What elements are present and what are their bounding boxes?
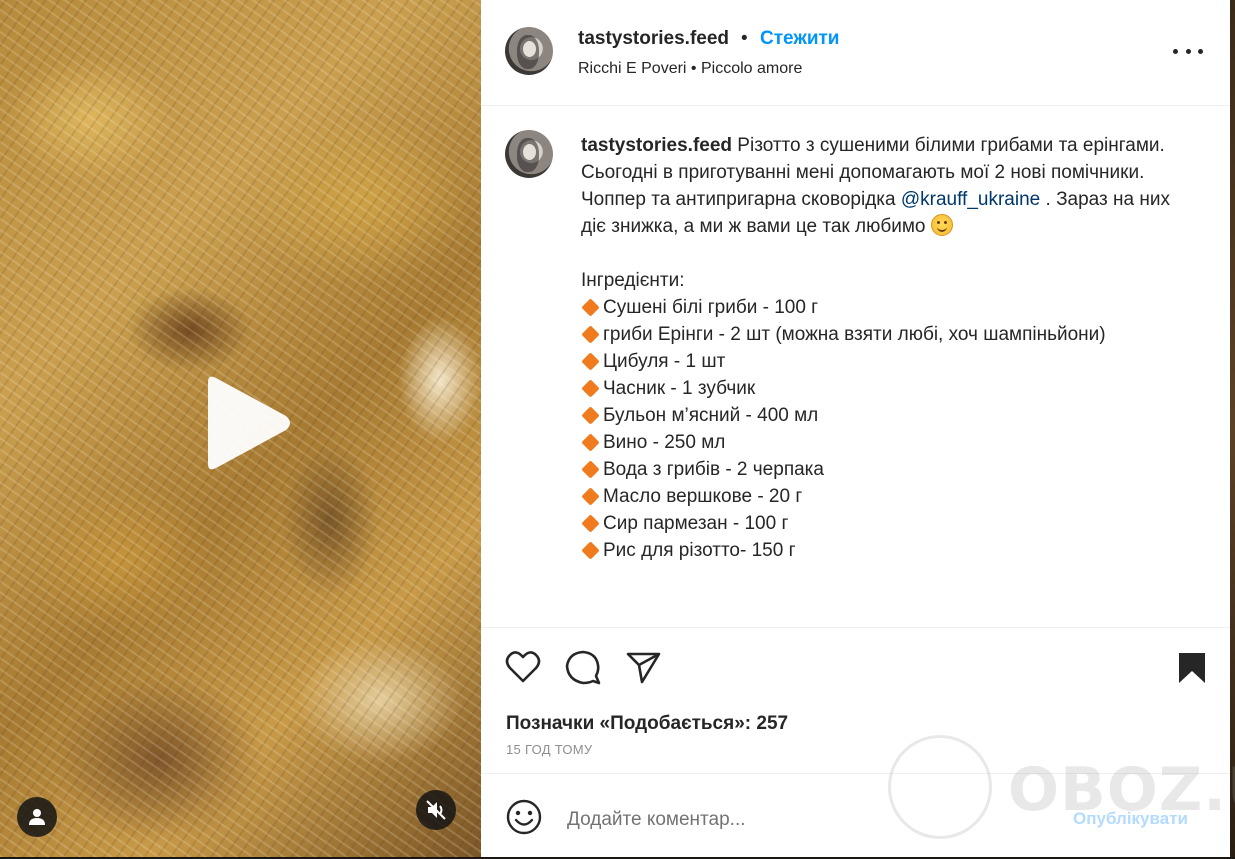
- ingredients-list: Сушені білі гриби - 100 г гриби Ерінги - …: [581, 294, 1181, 564]
- post-video[interactable]: [0, 0, 481, 857]
- caption-text: tastystories.feed Різотто з сушеними біл…: [581, 132, 1181, 564]
- follow-button[interactable]: Стежити: [760, 28, 839, 50]
- more-options-button[interactable]: [1173, 40, 1203, 62]
- ingredient-item: Бульон м’ясний - 400 мл: [581, 402, 1181, 429]
- play-icon[interactable]: [198, 374, 294, 472]
- publish-button[interactable]: Опублікувати: [1073, 809, 1188, 829]
- emoji-icon[interactable]: [506, 799, 542, 835]
- comment-box: Опублікувати: [481, 773, 1230, 859]
- likes-count[interactable]: Позначки «Подобається»: 257: [506, 713, 788, 735]
- caption-section: tastystories.feed Різотто з сушеними біл…: [481, 106, 1230, 626]
- user-icon: [29, 809, 45, 825]
- ingredient-item: Рис для різотто- 150 г: [581, 537, 1181, 564]
- orange-diamond-icon: [581, 379, 600, 398]
- orange-diamond-icon: [581, 460, 600, 479]
- ingredient-item: Вино - 250 мл: [581, 429, 1181, 456]
- orange-diamond-icon: [581, 487, 600, 506]
- ingredient-item: гриби Ерінги - 2 шт (можна взяти любі, х…: [581, 321, 1181, 348]
- background-edge: [1230, 0, 1235, 857]
- caption-username[interactable]: tastystories.feed: [581, 135, 732, 156]
- orange-diamond-icon: [581, 541, 600, 560]
- ingredient-text: Бульон м’ясний - 400 мл: [603, 405, 819, 426]
- ingredient-text: Цибуля - 1 шт: [603, 351, 726, 372]
- ingredient-text: Вино - 250 мл: [603, 432, 726, 453]
- post-panel: tastystories.feed • Стежити Ricchi E Pov…: [481, 0, 1230, 857]
- actions-section: Позначки «Подобається»: 257 15 ГОД ТОМУ …: [481, 627, 1230, 858]
- orange-diamond-icon: [581, 406, 600, 425]
- ingredients-title: Інгредієнти:: [581, 270, 685, 291]
- ingredient-text: гриби Ерінги - 2 шт (можна взяти любі, х…: [603, 324, 1106, 345]
- comment-icon[interactable]: [565, 650, 601, 686]
- audio-track-link[interactable]: Ricchi E Poveri • Piccolo amore: [578, 60, 802, 78]
- separator-dot: •: [741, 28, 748, 49]
- ingredient-text: Вода з грибів - 2 черпака: [603, 459, 824, 480]
- ingredient-text: Сир пармезан - 100 г: [603, 513, 789, 534]
- orange-diamond-icon: [581, 352, 600, 371]
- orange-diamond-icon: [581, 298, 600, 317]
- ingredient-item: Цибуля - 1 шт: [581, 348, 1181, 375]
- ingredient-item: Сушені білі гриби - 100 г: [581, 294, 1181, 321]
- orange-diamond-icon: [581, 514, 600, 533]
- comment-input[interactable]: [565, 808, 1049, 832]
- ingredient-text: Рис для різотто- 150 г: [603, 540, 796, 561]
- mute-button[interactable]: [416, 790, 456, 830]
- post-header: tastystories.feed • Стежити Ricchi E Pov…: [481, 0, 1230, 106]
- ingredient-text: Сушені білі гриби - 100 г: [603, 297, 819, 318]
- ingredient-item: Часник - 1 зубчик: [581, 375, 1181, 402]
- wink-emoji-icon: [930, 214, 953, 236]
- more-icon-dot: [1185, 48, 1191, 54]
- author-avatar[interactable]: [505, 27, 553, 75]
- ingredient-item: Масло вершкове - 20 г: [581, 483, 1181, 510]
- author-username[interactable]: tastystories.feed: [578, 28, 729, 50]
- ingredient-item: Вода з грибів - 2 черпака: [581, 456, 1181, 483]
- orange-diamond-icon: [581, 433, 600, 452]
- speaker-muted-icon: [426, 800, 446, 820]
- bookmark-icon[interactable]: [1178, 652, 1206, 684]
- mention-link[interactable]: @krauff_ukraine: [901, 189, 1040, 210]
- more-icon-dot: [1198, 48, 1203, 54]
- post-timestamp[interactable]: 15 ГОД ТОМУ: [506, 742, 592, 757]
- orange-diamond-icon: [581, 325, 600, 344]
- ingredient-item: Сир пармезан - 100 г: [581, 510, 1181, 537]
- more-icon-dot: [1173, 48, 1178, 54]
- tagged-users-button[interactable]: [17, 797, 57, 837]
- heart-icon[interactable]: [505, 650, 541, 684]
- ingredient-text: Масло вершкове - 20 г: [603, 486, 803, 507]
- ingredient-text: Часник - 1 зубчик: [603, 378, 756, 399]
- caption-avatar[interactable]: [505, 130, 553, 178]
- share-icon[interactable]: [626, 652, 662, 684]
